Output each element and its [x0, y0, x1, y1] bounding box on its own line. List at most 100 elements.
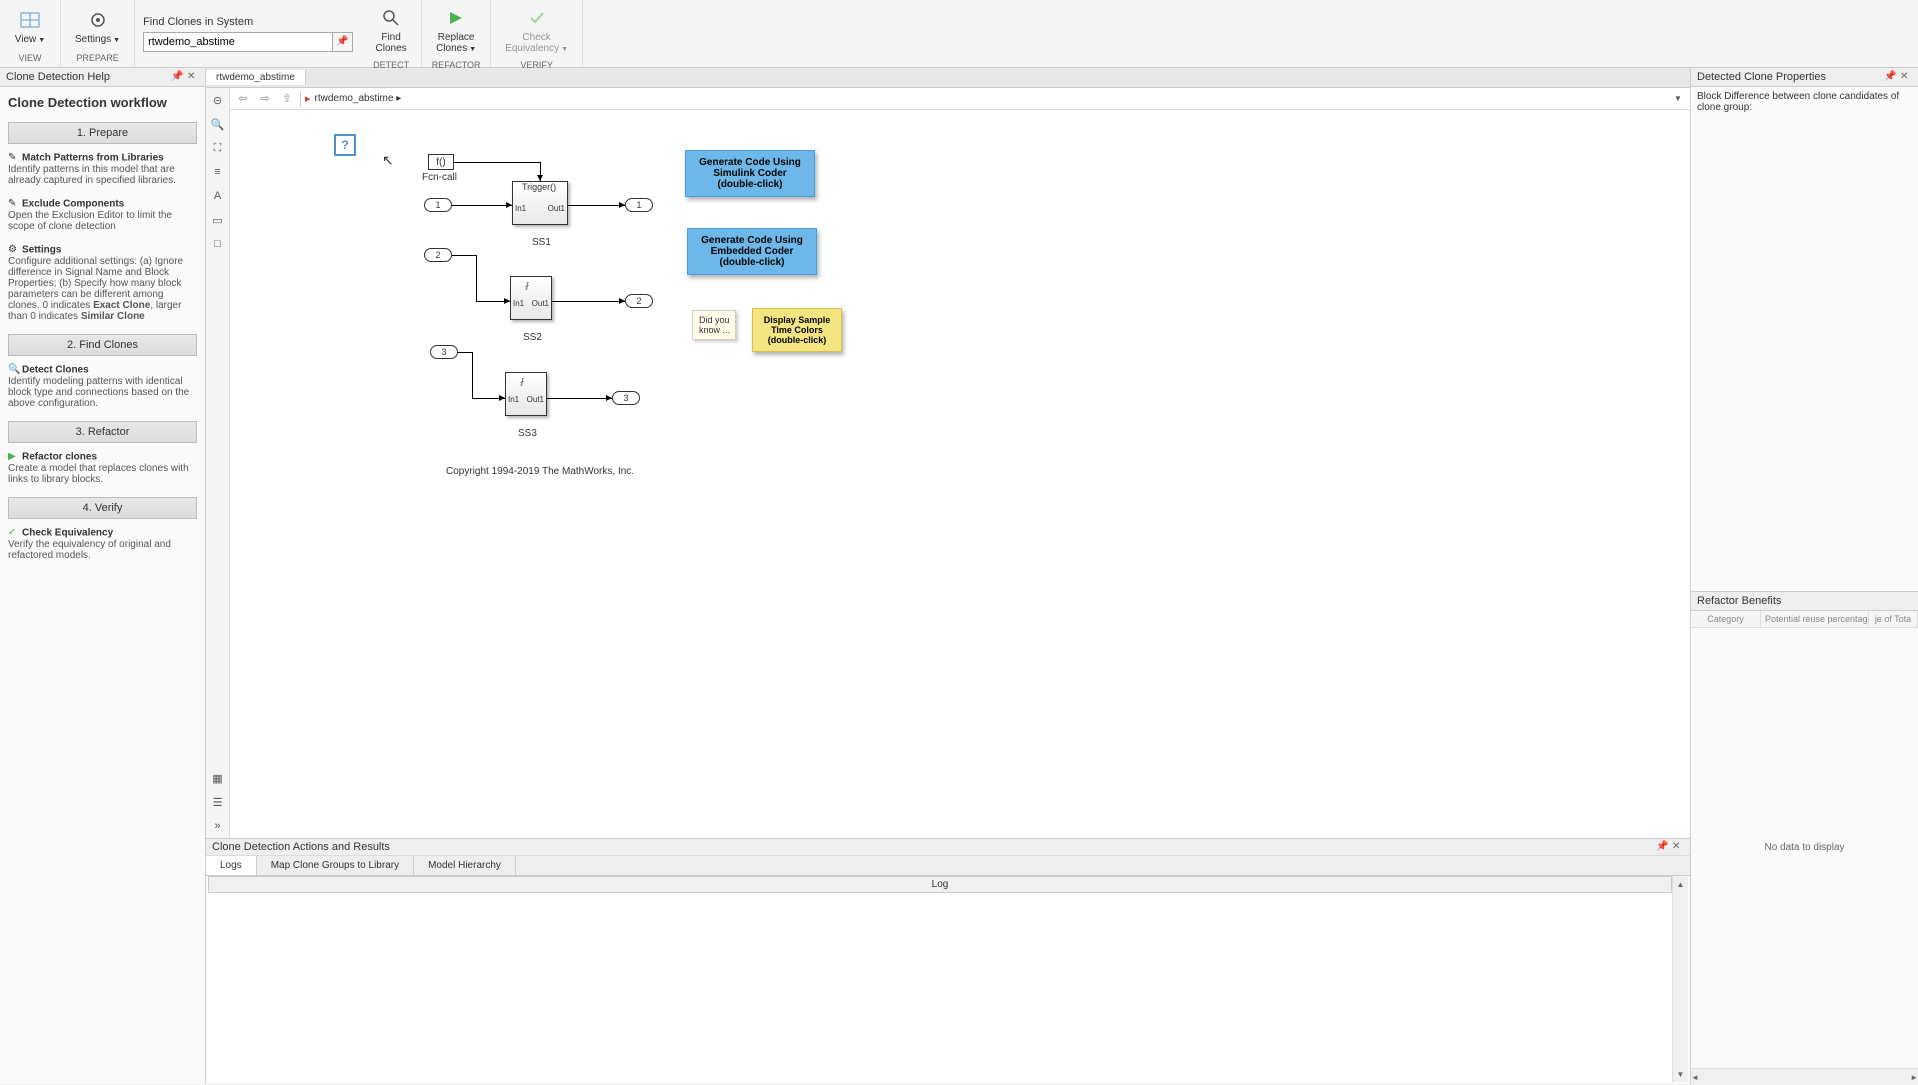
tab-hierarchy[interactable]: Model Hierarchy [414, 856, 516, 875]
help-header: Clone Detection Help [6, 71, 110, 83]
check-icon [525, 6, 549, 30]
gencode-simulink-button[interactable]: Generate Code Using Simulink Coder (doub… [685, 150, 815, 197]
expand-icon[interactable]: » [210, 818, 226, 834]
view-label: View [15, 34, 37, 45]
breadcrumb: ⇦ ⇨ ⇧ ▸ rtwdemo_abstime ▸ ▼ [230, 88, 1690, 110]
match-desc: Identify patterns in this model that are… [8, 164, 176, 186]
step-verify[interactable]: 4. Verify [8, 497, 197, 519]
pin-icon[interactable]: 📌 [1884, 71, 1896, 83]
fit-icon[interactable]: ⛶ [210, 140, 226, 156]
outport-2[interactable]: 2 [625, 294, 653, 308]
image-icon[interactable]: ▭ [210, 212, 226, 228]
ss3-label: SS3 [518, 428, 537, 439]
trigger-label: Trigger() [522, 182, 556, 192]
replace-clones-button[interactable]: Replace Clones▼ [430, 2, 482, 58]
play-icon [444, 6, 468, 30]
section-prepare: PREPARE [69, 51, 126, 65]
settings-button[interactable]: Settings▼ [69, 4, 126, 49]
search-input[interactable] [143, 32, 333, 52]
model-icon: ▸ [305, 92, 311, 105]
search-icon: 🔍 [8, 364, 20, 376]
check-equiv-button[interactable]: Check Equivalency▼ [499, 2, 574, 58]
zoom-icon[interactable]: 🔍 [210, 116, 226, 132]
model-tab[interactable]: rtwdemo_abstime [206, 70, 306, 85]
scroll-up-icon[interactable]: ▲ [1673, 876, 1688, 892]
model-canvas[interactable]: ? ↖ f() Fcn-call In1 Out1 Trigger() SS1 … [230, 110, 1690, 838]
box-icon[interactable]: □ [210, 236, 226, 252]
detect-desc: Identify modeling patterns with identica… [8, 376, 189, 409]
scroll-down-icon[interactable]: ▼ [1673, 1066, 1688, 1082]
close-icon[interactable]: ✕ [1900, 71, 1912, 83]
scrollbar[interactable]: ▲ ▼ [1672, 876, 1688, 1082]
scroll-left-icon[interactable]: ◄ [1691, 1069, 1699, 1085]
gencode-embedded-button[interactable]: Generate Code Using Embedded Coder (doub… [687, 228, 817, 275]
pin-icon[interactable]: 📌 [1656, 841, 1668, 853]
step-prepare[interactable]: 1. Prepare [8, 122, 197, 144]
view-button[interactable]: View▼ [8, 4, 52, 49]
pin-icon[interactable]: 📌 [171, 71, 183, 83]
canvas-sidebar: ⊝ 🔍 ⛶ ≡ A ▭ □ ▦ ☰ » [206, 88, 230, 838]
section-view: VIEW [8, 51, 52, 65]
ss2-block[interactable]: In1 Out1 ⨏ [510, 276, 552, 320]
outport-1[interactable]: 1 [625, 198, 653, 212]
chevron-down-icon: ▼ [113, 37, 120, 44]
chevron-down-icon: ▼ [38, 37, 45, 44]
step-refactor[interactable]: 3. Refactor [8, 421, 197, 443]
overview-icon[interactable]: ≡ [210, 164, 226, 180]
no-data-text: No data to display [1691, 628, 1918, 1069]
detect-title: Detect Clones [22, 365, 89, 376]
col-potential: Potential reuse percentage [1761, 611, 1869, 627]
nav-icon[interactable]: ▦ [210, 770, 226, 786]
did-you-know-note[interactable]: Did you know ... [692, 310, 736, 340]
breadcrumb-dropdown[interactable]: ▼ [1670, 94, 1686, 103]
help-block[interactable]: ? [334, 134, 356, 156]
pencil-icon: ✎ [8, 152, 20, 164]
inport-2[interactable]: 2 [424, 248, 452, 262]
close-icon[interactable]: ✕ [1672, 841, 1684, 853]
ss3-block[interactable]: In1 Out1 ⨏ [505, 372, 547, 416]
main-toolbar: View▼ VIEW Settings▼ PREPARE Find Clones… [0, 0, 1918, 68]
settings-title: Settings [22, 245, 61, 256]
nav-up-icon[interactable]: ⇧ [278, 90, 296, 108]
exclude-title: Exclude Components [22, 199, 124, 210]
play-icon: ▶ [8, 451, 20, 463]
collapse-icon[interactable]: ⊝ [210, 92, 226, 108]
list-icon[interactable]: ☰ [210, 794, 226, 810]
nav-fwd-icon[interactable]: ⇨ [256, 90, 274, 108]
fcn-block[interactable]: f() [428, 154, 454, 170]
copyright-text: Copyright 1994-2019 The MathWorks, Inc. [446, 466, 634, 477]
checkeq-title: Check Equivalency [22, 528, 113, 539]
props-header: Detected Clone Properties [1697, 71, 1826, 83]
gear-icon [86, 8, 110, 32]
annotation-icon[interactable]: A [210, 188, 226, 204]
breadcrumb-text[interactable]: rtwdemo_abstime ▸ [315, 93, 1666, 104]
inport-3[interactable]: 3 [430, 345, 458, 359]
check-icon: ✓ [8, 527, 20, 539]
tab-logs[interactable]: Logs [206, 856, 257, 875]
results-panel: Clone Detection Actions and Results 📌 ✕ … [206, 838, 1690, 1084]
close-icon[interactable]: ✕ [187, 71, 199, 83]
view-icon [18, 8, 42, 32]
find-clones-button[interactable]: Find Clones [369, 2, 413, 58]
checkeq-desc: Verify the equivalency of original and r… [8, 539, 171, 561]
nav-back-icon[interactable]: ⇦ [234, 90, 252, 108]
props-desc: Block Difference between clone candidate… [1691, 87, 1918, 117]
ss1-label: SS1 [532, 237, 551, 248]
refactor-title: Refactor clones [22, 452, 97, 463]
settings-desc: Configure additional settings: (a) Ignor… [8, 256, 183, 322]
log-column: Log [208, 876, 1672, 893]
check-label: Check Equivalency [505, 32, 559, 54]
scroll-right-icon[interactable]: ► [1910, 1069, 1918, 1085]
tab-map[interactable]: Map Clone Groups to Library [257, 856, 414, 875]
chevron-down-icon: ▼ [561, 46, 568, 53]
pin-icon[interactable]: 📌 [333, 32, 353, 52]
cursor-icon: ↖ [382, 152, 394, 169]
display-colors-button[interactable]: Display Sample Time Colors (double-click… [752, 308, 842, 352]
pencil-icon: ✎ [8, 198, 20, 210]
inport-1[interactable]: 1 [424, 198, 452, 212]
step-find[interactable]: 2. Find Clones [8, 334, 197, 356]
search-title: Find Clones in System [143, 16, 353, 28]
outport-3[interactable]: 3 [612, 391, 640, 405]
ss2-label: SS2 [523, 332, 542, 343]
scrollbar-h[interactable]: ◄ ► [1691, 1068, 1918, 1084]
